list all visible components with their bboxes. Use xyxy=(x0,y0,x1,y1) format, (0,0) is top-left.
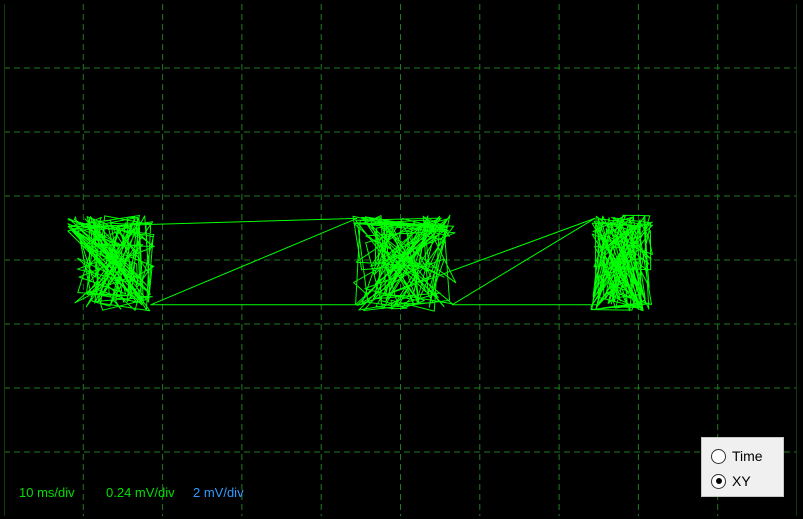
oscilloscope-display: 10 ms/div 0.24 mV/div 2 mV/div Time XY xyxy=(0,0,803,519)
channel1-scale-readout: 0.24 mV/div xyxy=(106,485,175,500)
mode-time-label: Time xyxy=(732,448,763,464)
mode-xy-label: XY xyxy=(732,473,751,489)
display-mode-selector: Time XY xyxy=(701,437,784,497)
scope-screen xyxy=(4,4,797,516)
mode-time-radio[interactable]: Time xyxy=(711,446,763,466)
signal-trace xyxy=(67,214,653,312)
radio-button-icon[interactable] xyxy=(711,473,726,489)
timebase-readout: 10 ms/div xyxy=(19,485,75,500)
xy-trace-path xyxy=(67,214,653,312)
radio-button-icon[interactable] xyxy=(711,448,726,464)
channel2-scale-readout: 2 mV/div xyxy=(193,485,244,500)
mode-xy-radio[interactable]: XY xyxy=(711,471,751,491)
